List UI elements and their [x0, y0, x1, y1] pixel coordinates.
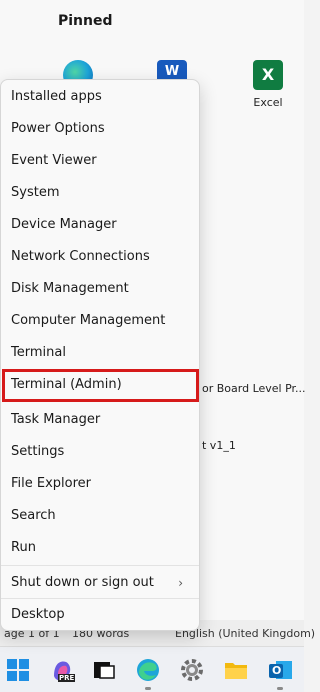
menu-item-computer-management[interactable]: Computer Management	[1, 306, 199, 336]
menu-item-network-connections[interactable]: Network Connections	[1, 242, 199, 272]
menu-separator	[1, 565, 199, 566]
menu-item-disk-management[interactable]: Disk Management	[1, 274, 199, 304]
menu-item-power-options[interactable]: Power Options	[1, 114, 199, 144]
menu-item-search[interactable]: Search	[1, 501, 199, 531]
pinned-section-title: Pinned	[58, 13, 113, 29]
excel-icon: X	[253, 60, 283, 90]
winx-context-menu: Installed apps Power Options Event Viewe…	[0, 79, 200, 631]
menu-item-desktop[interactable]: Desktop	[1, 600, 199, 630]
menu-separator	[1, 598, 199, 599]
menu-item-installed-apps[interactable]: Installed apps	[1, 82, 199, 112]
menu-item-event-viewer[interactable]: Event Viewer	[1, 146, 199, 176]
outlook-letter: O	[272, 664, 282, 677]
file-explorer-icon[interactable]	[222, 656, 250, 684]
menu-item-system[interactable]: System	[1, 178, 199, 208]
menu-item-label: Shut down or sign out	[11, 575, 154, 590]
outlook-icon[interactable]: O	[266, 656, 294, 684]
task-view-icon[interactable]	[90, 656, 118, 684]
menu-item-run[interactable]: Run	[1, 533, 199, 563]
windows-start-icon[interactable]	[4, 656, 32, 684]
running-indicator	[145, 687, 151, 690]
running-indicator	[277, 687, 283, 690]
taskbar: PRE O	[0, 646, 304, 692]
recent-item-partial[interactable]: or Board Level Pr...	[202, 382, 306, 395]
chevron-right-icon: ›	[178, 576, 183, 590]
pinned-app-label: Excel	[253, 96, 283, 109]
menu-item-shut-down[interactable]: Shut down or sign out ›	[1, 568, 199, 598]
copilot-badge: PRE	[58, 674, 76, 682]
copilot-icon[interactable]: PRE	[48, 656, 76, 684]
menu-item-terminal[interactable]: Terminal	[1, 338, 199, 368]
menu-item-file-explorer[interactable]: File Explorer	[1, 469, 199, 499]
recent-item-partial[interactable]: t v1_1	[202, 439, 236, 452]
terminal-admin-highlight	[2, 369, 199, 402]
edge-icon[interactable]	[134, 656, 162, 684]
pinned-app-excel[interactable]: X Excel	[238, 60, 298, 109]
menu-item-device-manager[interactable]: Device Manager	[1, 210, 199, 240]
menu-item-task-manager[interactable]: Task Manager	[1, 405, 199, 435]
settings-gear-icon[interactable]	[178, 656, 206, 684]
menu-item-settings[interactable]: Settings	[1, 437, 199, 467]
